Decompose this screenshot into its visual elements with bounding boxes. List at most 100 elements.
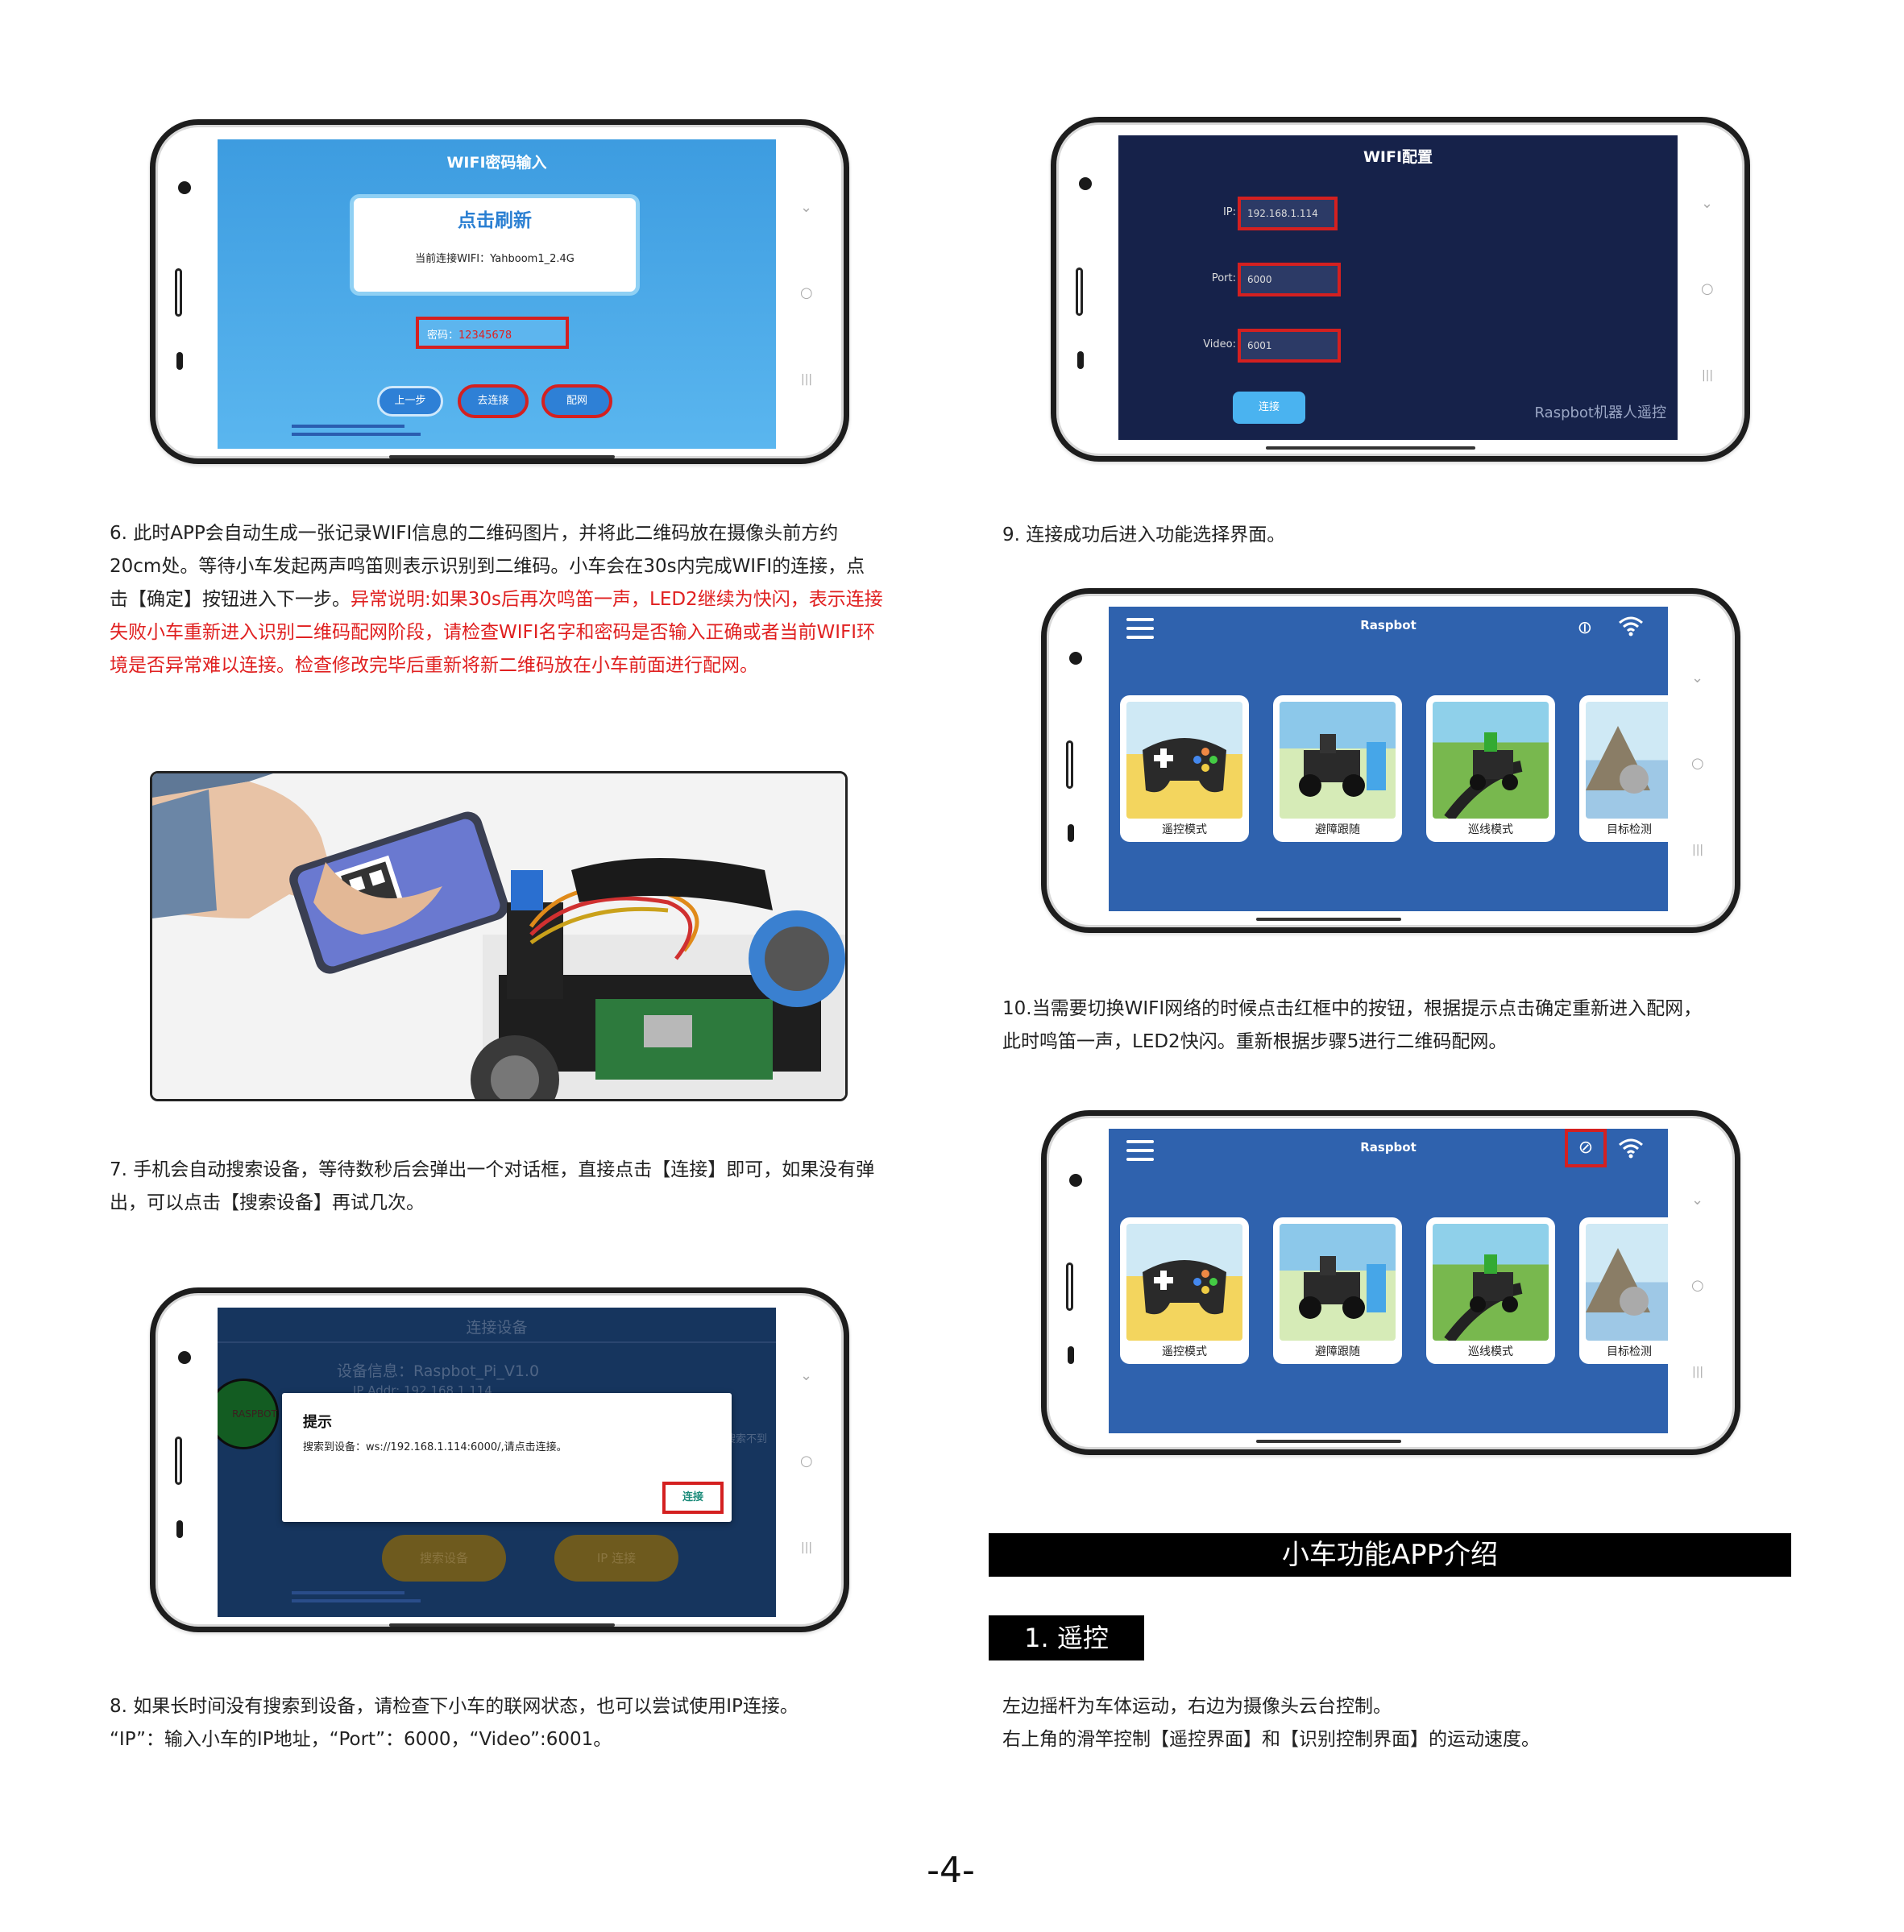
wifi-icon[interactable] — [1616, 613, 1645, 637]
mode-card-avoid[interactable]: 避障跟随 — [1273, 1217, 1402, 1364]
mode-card-detect[interactable]: 目标检测 — [1579, 1217, 1668, 1364]
current-wifi-text: 当前连接WIFI：Yahboom1_2.4G — [415, 253, 575, 265]
dialog-title: 提示 — [303, 1414, 332, 1431]
ip-addr-text: IP Addr: 192.168.1.114 — [353, 1383, 492, 1393]
mode-card-label: 避障跟随 — [1315, 1345, 1360, 1358]
phone-frame-raspbot-switch-wifi: ⌄ ○ ||| Raspbot ⊘ 遥控模式 避障跟随 巡线模式 目标检测 — [1041, 1110, 1740, 1455]
volume-key — [1066, 1262, 1073, 1311]
step10-paragraph: 10.当需要切换WIFI网络的时候点击红框中的按钮，根据提示点击确定重新进入配网… — [1002, 993, 1776, 1059]
line-track-icon — [1433, 1224, 1549, 1341]
photo-illustration — [152, 773, 845, 1099]
volume-key — [175, 1437, 182, 1485]
wifi-icon[interactable] — [1616, 1135, 1645, 1159]
robot-car-icon — [1280, 702, 1396, 819]
link-icon[interactable]: ⊘ — [1565, 1129, 1607, 1167]
mode-card-label: 巡线模式 — [1468, 1345, 1513, 1358]
password-value: 12345678 — [458, 330, 512, 342]
refresh-panel: 点击刷新 当前连接WIFI：Yahboom1_2.4G — [350, 194, 640, 296]
line-track-icon — [1433, 702, 1549, 819]
phone-frame-wifi-password: ⌄ ○ ||| WIFI密码输入 点击刷新 当前连接WIFI：Yahboom1_… — [150, 119, 849, 464]
go-connect-button[interactable]: 去连接 — [458, 384, 529, 418]
phone-frame-connect-device: ⌄ ○ ||| 连接设备 设备信息：Raspbot_Pi_V1.0 IP Add… — [150, 1287, 849, 1632]
home-circle-icon: ○ — [1691, 1277, 1704, 1294]
raspbot-main-screen: Raspbot ⊘ 遥控模式 避障跟随 巡线模式 目标检测 — [1109, 607, 1668, 911]
deco-lines — [292, 433, 421, 436]
ip-label: IP: — [1222, 206, 1236, 218]
screen-title: WIFI配置 — [1363, 148, 1433, 166]
chevron-down-icon: ⌄ — [1701, 195, 1714, 212]
mountain-target-icon — [1586, 702, 1668, 819]
wifi-config-screen: WIFI配置 IP: 192.168.1.114 Port: 6000 Vide… — [1118, 135, 1678, 440]
home-indicator — [389, 455, 615, 458]
mode-card-remote[interactable]: 遥控模式 — [1120, 1217, 1249, 1364]
title-underline — [218, 1341, 776, 1343]
mode-card-label: 遥控模式 — [1162, 1345, 1207, 1358]
step6-paragraph: 6. 此时APP会自动生成一张记录WIFI信息的二维码图片，并将此二维码放在摄像… — [110, 517, 883, 682]
dialog-message: 搜索到设备：ws://192.168.1.114:6000/,请点击连接。 — [303, 1441, 567, 1453]
home-circle-icon: ○ — [1691, 755, 1704, 772]
mode-card-label: 避障跟随 — [1315, 823, 1360, 836]
step10-line2: 此时鸣笛一声，LED2快闪。重新根据步骤5进行二维码配网。 — [1002, 1031, 1508, 1052]
connect-button[interactable]: 连接 — [1233, 392, 1305, 424]
deco-lines — [292, 1599, 421, 1602]
video-label: Video: — [1203, 338, 1236, 350]
remote-description: 左边摇杆为车体运动，右边为摄像头云台控制。 右上角的滑竿控制【遥控界面】和【识别… — [1002, 1690, 1776, 1756]
raspbot-main-screen: Raspbot ⊘ 遥控模式 避障跟随 巡线模式 目标检测 — [1109, 1129, 1668, 1433]
mode-card-line[interactable]: 巡线模式 — [1426, 1217, 1555, 1364]
mode-card-label: 目标检测 — [1607, 1345, 1652, 1358]
step8-paragraph: 8. 如果长时间没有搜索到设备，请检查下小车的联网状态，也可以尝试使用IP连接。… — [110, 1690, 915, 1756]
volume-key — [1076, 267, 1083, 316]
home-indicator — [1256, 918, 1401, 921]
mode-card-line[interactable]: 巡线模式 — [1426, 695, 1555, 842]
robot-car-icon — [1280, 1224, 1396, 1341]
mode-card-detect[interactable]: 目标检测 — [1579, 695, 1668, 842]
port-field[interactable]: 6000 — [1238, 263, 1341, 296]
chevron-down-icon: ⌄ — [1691, 1192, 1704, 1209]
camera-dot — [1069, 1174, 1082, 1187]
volume-key — [1066, 740, 1073, 789]
phone-frame-raspbot-app: ⌄ ○ ||| Raspbot ⊘ 遥控模式 避障跟随 巡线模式 目标检测 — [1041, 588, 1740, 933]
menu-bars-icon: ||| — [801, 1541, 813, 1554]
password-label: 密码： — [427, 330, 459, 342]
deco-lines — [292, 1591, 404, 1594]
volume-key — [175, 268, 182, 317]
menu-bars-icon: ||| — [1692, 844, 1704, 856]
camera-dot — [178, 1351, 191, 1364]
power-key — [176, 352, 183, 370]
power-key — [1068, 824, 1074, 842]
home-circle-icon: ○ — [1701, 280, 1714, 297]
home-circle-icon: ○ — [800, 284, 813, 301]
camera-dot — [178, 181, 191, 194]
device-info-text: 设备信息：Raspbot_Pi_V1.0 — [337, 1362, 540, 1380]
step8-line2: “IP”：输入小车的IP地址，“Port”：6000，“Video”:6001。 — [110, 1729, 612, 1750]
deco-lines — [292, 425, 404, 428]
chevron-down-icon: ⌄ — [800, 1367, 813, 1384]
power-key — [1068, 1346, 1074, 1364]
mode-card-remote[interactable]: 遥控模式 — [1120, 695, 1249, 842]
watermark-text: Raspbot机器人遥控 — [1534, 404, 1666, 421]
prev-button[interactable]: 上一步 — [377, 386, 443, 417]
password-field[interactable]: 密码：12345678 — [416, 317, 569, 349]
page-number: -4- — [927, 1850, 975, 1891]
gamepad-icon — [1126, 702, 1242, 819]
mode-card-avoid[interactable]: 避障跟随 — [1273, 695, 1402, 842]
refresh-label[interactable]: 点击刷新 — [354, 205, 636, 232]
home-indicator — [1256, 1440, 1401, 1443]
port-label: Port: — [1211, 272, 1236, 284]
mode-card-label: 巡线模式 — [1468, 823, 1513, 836]
step7-paragraph: 7. 手机会自动搜索设备，等待数秒后会弹出一个对话框，直接点击【连接】即可，如果… — [110, 1159, 875, 1213]
dialog-connect-button[interactable]: 连接 — [662, 1482, 724, 1514]
step8-line1: 8. 如果长时间没有搜索到设备，请检查下小车的联网状态，也可以尝试使用IP连接。 — [110, 1696, 799, 1717]
video-field[interactable]: 6001 — [1238, 329, 1341, 363]
config-network-button[interactable]: 配网 — [541, 384, 612, 418]
mode-card-label: 目标检测 — [1607, 823, 1652, 836]
ip-connect-button[interactable]: IP 连接 — [554, 1535, 678, 1582]
chevron-down-icon: ⌄ — [800, 199, 813, 216]
ip-field[interactable]: 192.168.1.114 — [1238, 197, 1338, 230]
subsection-title: 1. 遥控 — [989, 1615, 1144, 1660]
wifi-password-screen: WIFI密码输入 点击刷新 当前连接WIFI：Yahboom1_2.4G 密码：… — [218, 139, 776, 449]
raspbot-logo-text: RASPBOT — [232, 1408, 277, 1420]
search-device-button[interactable]: 搜索设备 — [382, 1535, 506, 1582]
screen-title: 连接设备 — [466, 1319, 528, 1337]
section-title-bar: 小车功能APP介绍 — [989, 1533, 1791, 1577]
